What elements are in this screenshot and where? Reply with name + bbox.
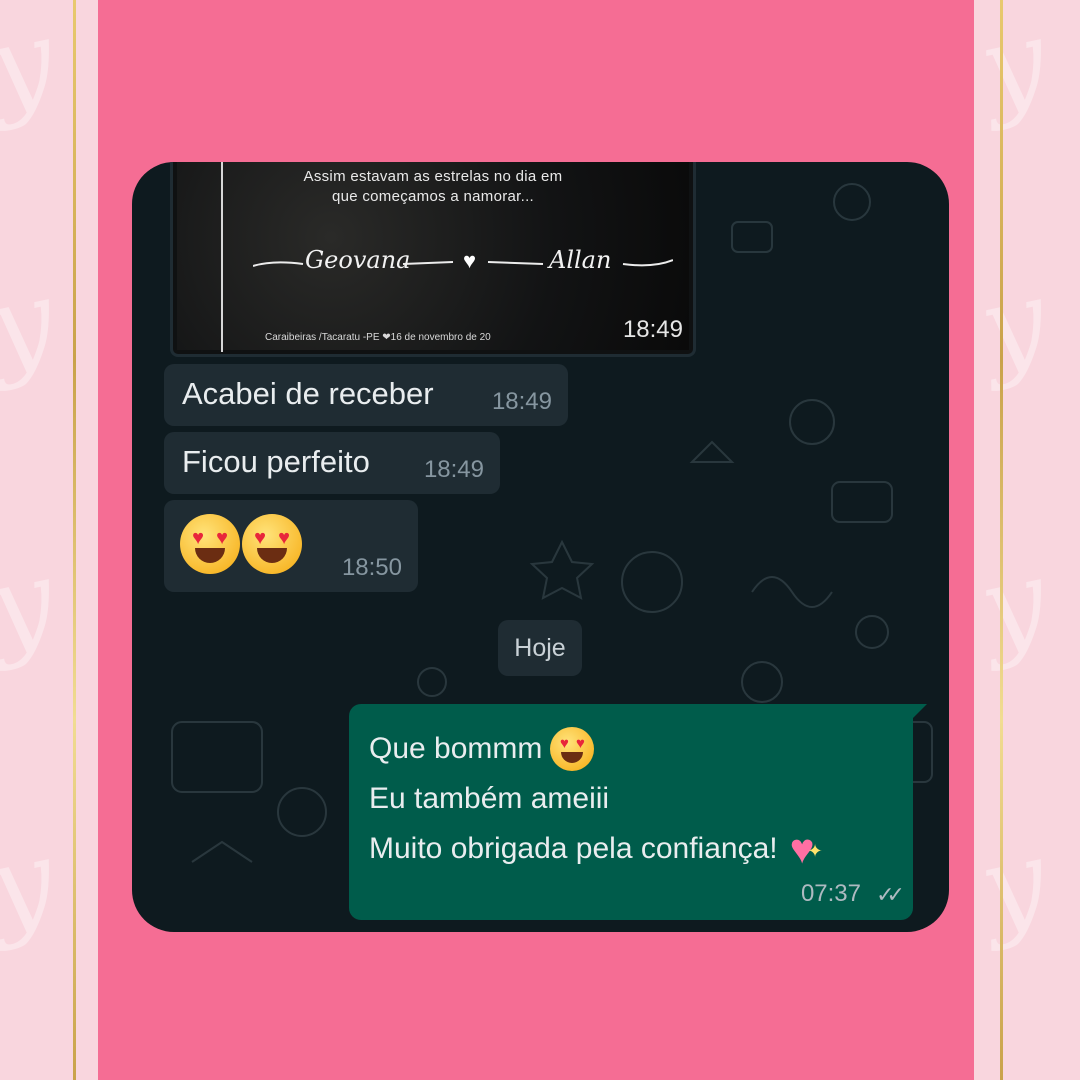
decor-letter-icon: y [0,534,65,674]
message-time: 07:37 [800,880,861,907]
heart-eyes-emoji-icon: ♥ ♥ [242,514,302,574]
incoming-emoji-message[interactable]: ♥ ♥ ♥ ♥ 18:50 [164,500,418,592]
decor-letter-icon: y [972,0,1057,134]
message-text-line2: Eu também ameiii [369,782,610,815]
decor-letter-icon: y [0,254,65,394]
decor-panel-left: y y y y [0,0,100,1080]
message-time: 18:50 [341,554,402,581]
heart-eyes-emoji-icon: ♥ ♥ [550,727,595,771]
heart-icon: ♥ [463,248,477,273]
decor-letter-icon: y [972,534,1057,674]
bubble-tail [911,704,927,720]
photo-caption-line2: que começamos a namorar... [331,188,535,205]
photo-name-right: Allan [549,246,612,274]
message-text: Acabei de receber [182,376,434,411]
photo-names: Geovana ♥ Allan [253,246,673,276]
message-time: 18:49 [423,456,484,483]
date-separator: Hoje [498,620,582,676]
decor-letter-icon: y [972,254,1057,394]
decor-panel-right: y y y y [972,0,1080,1080]
photo-caption-line1: Assim estavam as estrelas no dia em [303,168,563,185]
decor-letter-icon: y [972,814,1057,954]
message-text-line3: Muito obrigada pela confiança! [369,832,778,865]
photo-name-left: Geovana [305,246,411,274]
photo-timestamp: 18:49 [622,316,683,343]
outgoing-message[interactable]: Que bommm ♥ ♥ Eu também ameiii Muito obri… [349,704,927,920]
decor-letter-icon: y [0,814,65,954]
message-text: Ficou perfeito [182,444,370,479]
shared-photo-message[interactable]: Assim estavam as estrelas no dia em que … [170,162,696,357]
heart-eyes-emoji-icon: ♥ ♥ [180,514,240,574]
sparkling-heart-icon: ♥ ✦ [789,825,823,872]
decor-letter-icon: y [0,0,65,134]
gold-border-right [1000,0,1003,1080]
chat-screenshot: Assim estavam as estrelas no dia em que … [132,162,949,932]
double-check-icon: ✓✓ [876,882,905,907]
gold-border-left [73,0,76,1080]
message-time: 18:49 [491,388,552,415]
incoming-message[interactable]: Ficou perfeito 18:49 [164,432,500,494]
photo-place-date: Caraibeiras /Tacaratu -PE ❤16 de novembr… [265,332,491,343]
message-text-line1: Que bommm [369,732,543,765]
incoming-message[interactable]: Acabei de receber 18:49 [164,364,568,426]
